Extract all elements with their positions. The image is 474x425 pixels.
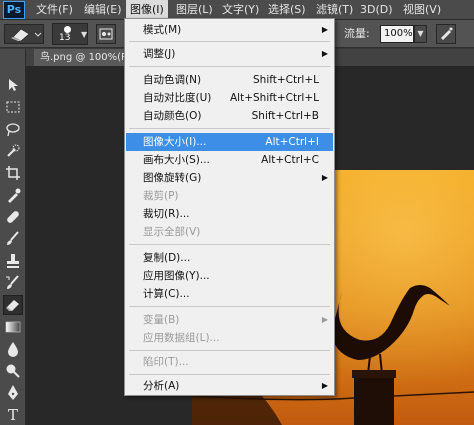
eraser-tool[interactable] bbox=[3, 295, 23, 315]
menu-separator bbox=[129, 306, 330, 307]
blur-tool[interactable] bbox=[3, 339, 23, 359]
submenu-arrow-icon: ▶ bbox=[321, 315, 328, 324]
menu-layer[interactable]: 图层(L) bbox=[176, 0, 213, 20]
submenu-arrow-icon: ▶ bbox=[321, 25, 328, 34]
gradient-tool[interactable] bbox=[3, 317, 23, 337]
history-brush-tool[interactable] bbox=[3, 273, 23, 293]
menu-item-reveal-all: 显示全部(V) bbox=[143, 226, 201, 238]
menu-item-auto-contrast[interactable]: 自动对比度(U) Alt+Shift+Ctrl+L bbox=[126, 89, 333, 107]
menu-edit[interactable]: 编辑(E) bbox=[84, 0, 122, 20]
menu-type[interactable]: 文字(Y) bbox=[222, 0, 259, 20]
menu-item-apply-image[interactable]: 应用图像(Y)... bbox=[126, 267, 333, 285]
dodge-icon bbox=[6, 364, 20, 378]
chevron-down-icon[interactable]: ▼ bbox=[414, 25, 427, 43]
submenu-arrow-icon: ▶ bbox=[321, 49, 328, 58]
brush-tool[interactable] bbox=[3, 229, 23, 249]
menu-separator bbox=[129, 128, 330, 129]
crop-icon bbox=[6, 166, 20, 180]
chevron-down-icon: ▼ bbox=[81, 30, 88, 39]
submenu-arrow-icon: ▶ bbox=[321, 381, 328, 390]
clone-stamp-tool[interactable] bbox=[3, 251, 23, 271]
menu-item-canvas-size[interactable]: 画布大小(S)... Alt+Ctrl+C bbox=[126, 151, 333, 169]
menu-file[interactable]: 文件(F) bbox=[36, 0, 73, 20]
menu-select[interactable]: 选择(S) bbox=[268, 0, 306, 20]
flow-input[interactable]: 100% bbox=[380, 25, 414, 43]
menu-item-auto-color[interactable]: 自动颜色(O) Shift+Ctrl+B bbox=[126, 107, 333, 125]
move-icon bbox=[9, 79, 18, 91]
flow-label: 流量: bbox=[344, 27, 370, 40]
lasso-icon bbox=[6, 123, 20, 137]
submenu-arrow-icon: ▶ bbox=[321, 173, 328, 182]
menu-separator bbox=[129, 350, 330, 351]
menu-item-trim[interactable]: 裁切(R)... bbox=[126, 205, 333, 223]
menu-3d[interactable]: 3D(D) bbox=[360, 0, 393, 20]
quick-selection-icon bbox=[7, 144, 20, 157]
menu-view[interactable]: 视图(V) bbox=[403, 0, 441, 20]
airbrush-icon bbox=[441, 27, 453, 40]
lasso-tool[interactable] bbox=[3, 119, 23, 139]
menu-item-calculations[interactable]: 计算(C)... bbox=[126, 285, 333, 303]
history-brush-icon bbox=[6, 275, 19, 289]
pen-tool[interactable] bbox=[3, 383, 23, 403]
menu-item-adjustments[interactable]: 调整(J) ▶ bbox=[126, 45, 333, 63]
brush-tip-icon bbox=[64, 26, 71, 33]
healing-brush-tool[interactable] bbox=[3, 207, 23, 227]
menu-item-image-rotation[interactable]: 图像旋转(G) ▶ bbox=[126, 169, 333, 187]
brush-panel-icon bbox=[99, 28, 113, 40]
document-tab[interactable]: 鸟.png @ 100%(R bbox=[34, 49, 135, 66]
menu-item-trap: 陷印(T)... bbox=[143, 356, 189, 368]
eraser-icon bbox=[6, 300, 19, 311]
image-menu-dropdown: 模式(M) ▶ 调整(J) ▶ 自动色调(N) Shift+Ctrl+L 自动对… bbox=[124, 18, 335, 396]
airbrush-button[interactable] bbox=[436, 24, 456, 44]
menu-item-crop: 裁剪(P) bbox=[143, 190, 179, 202]
menu-separator bbox=[129, 41, 330, 42]
tools-panel: T bbox=[0, 49, 26, 425]
menu-item-mode[interactable]: 模式(M) ▶ bbox=[126, 21, 333, 39]
move-tool[interactable] bbox=[3, 75, 23, 95]
menu-image[interactable]: 图像(I) bbox=[126, 0, 168, 20]
brush-icon bbox=[7, 231, 19, 245]
marquee-tool[interactable] bbox=[3, 97, 23, 117]
menu-item-analysis[interactable]: 分析(A) ▶ bbox=[126, 377, 333, 395]
menu-bar: Ps 文件(F) 编辑(E) 图像(I) 图层(L) 文字(Y) 选择(S) 滤… bbox=[0, 0, 474, 20]
marquee-icon bbox=[6, 101, 20, 113]
dodge-tool[interactable] bbox=[3, 361, 23, 381]
menu-separator bbox=[129, 244, 330, 245]
pen-icon bbox=[8, 385, 18, 400]
menu-separator bbox=[129, 374, 330, 375]
stamp-icon bbox=[7, 254, 19, 268]
water-drop-icon bbox=[8, 342, 18, 357]
type-tool[interactable]: T bbox=[3, 405, 23, 425]
crop-tool[interactable] bbox=[3, 163, 23, 183]
type-icon: T bbox=[7, 406, 18, 424]
menu-item-auto-tone[interactable]: 自动色调(N) Shift+Ctrl+L bbox=[126, 71, 333, 89]
brush-panel-button[interactable] bbox=[96, 24, 116, 44]
menu-filter[interactable]: 滤镜(T) bbox=[316, 0, 353, 20]
menu-item-image-size[interactable]: 图像大小(I)... Alt+Ctrl+I bbox=[126, 133, 333, 151]
menu-item-apply-data-set: 应用数据组(L)... bbox=[143, 332, 220, 344]
brush-size-picker[interactable]: 13 ▼ bbox=[52, 23, 88, 45]
menu-item-duplicate[interactable]: 复制(D)... bbox=[126, 249, 333, 267]
photoshop-logo: Ps bbox=[3, 1, 25, 19]
bandage-icon bbox=[7, 211, 19, 223]
gradient-icon bbox=[5, 321, 21, 333]
quick-selection-tool[interactable] bbox=[3, 141, 23, 161]
tool-preset-picker[interactable] bbox=[4, 24, 44, 44]
eyedropper-icon bbox=[8, 188, 21, 203]
menu-item-variables: 变量(B) ▶ bbox=[126, 311, 333, 329]
menu-separator bbox=[129, 66, 330, 67]
eraser-icon bbox=[11, 28, 42, 42]
eyedropper-tool[interactable] bbox=[3, 185, 23, 205]
brush-size-value: 13 bbox=[59, 33, 71, 43]
